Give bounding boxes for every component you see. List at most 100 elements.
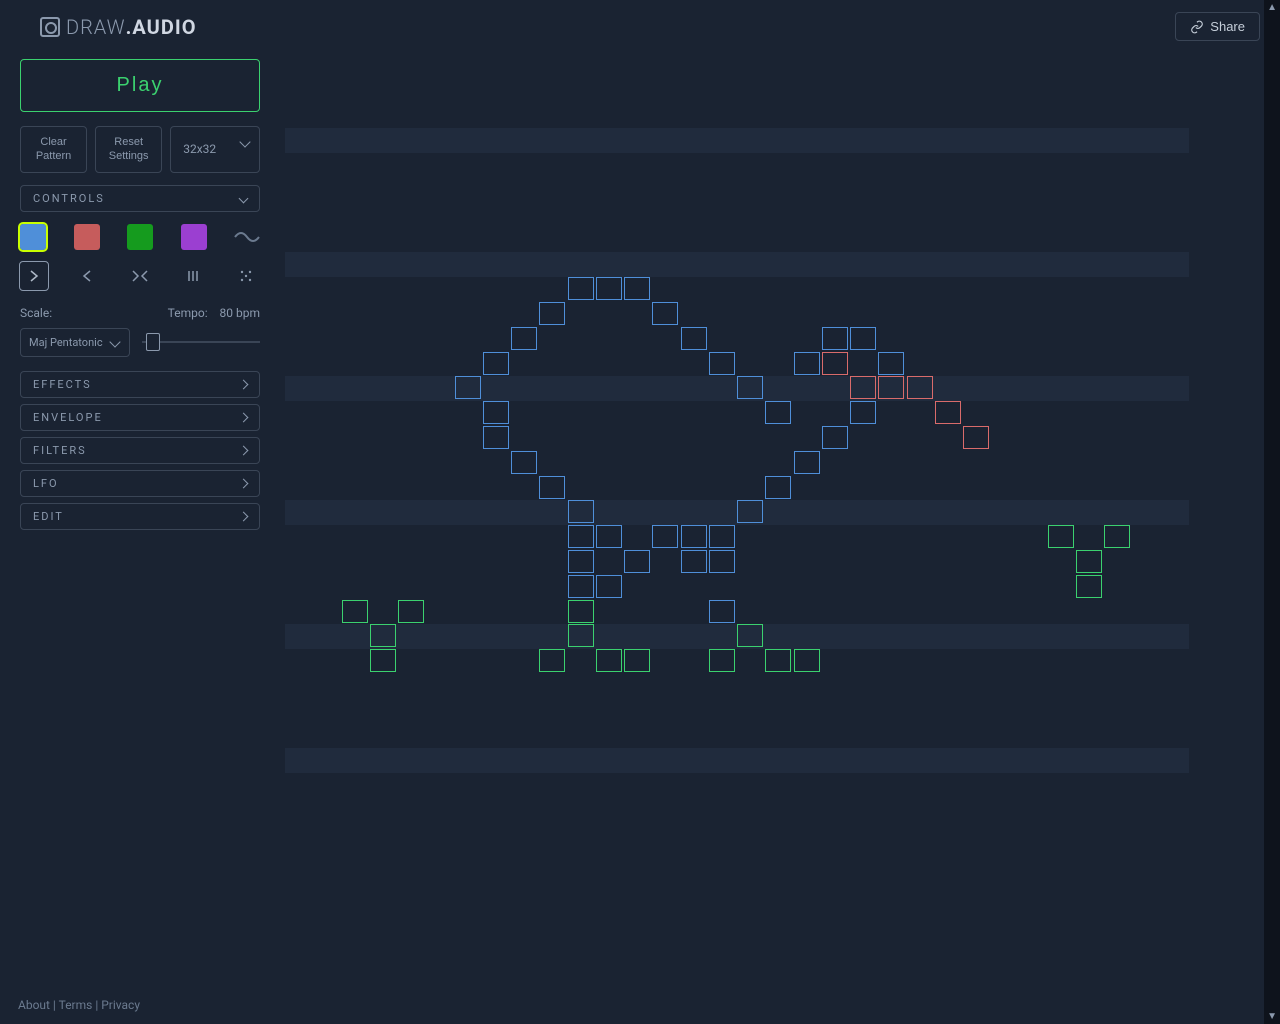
chevron-right-icon	[239, 511, 249, 521]
grid-cell[interactable]	[1048, 525, 1074, 548]
slider-thumb[interactable]	[146, 333, 160, 351]
grid-cell[interactable]	[878, 376, 904, 399]
grid-cell[interactable]	[483, 426, 509, 449]
grid-cell[interactable]	[709, 649, 735, 672]
grid-cell[interactable]	[568, 500, 594, 523]
grid-cell[interactable]	[624, 649, 650, 672]
section-lfo[interactable]: LFO	[20, 470, 260, 497]
logo-text-thin: DRAW	[66, 15, 126, 39]
grid-cell[interactable]	[963, 426, 989, 449]
grid-cell[interactable]	[822, 352, 848, 375]
chevron-right-icon	[239, 379, 249, 389]
grid-cell[interactable]	[794, 451, 820, 474]
footer: About | Terms | Privacy	[18, 998, 140, 1012]
section-edit[interactable]: EDIT	[20, 503, 260, 530]
grid-cell[interactable]	[681, 550, 707, 573]
grid-cell[interactable]	[822, 327, 848, 350]
pattern-grid[interactable]	[285, 54, 1189, 854]
grid-cell[interactable]	[596, 277, 622, 300]
grid-cell[interactable]	[596, 575, 622, 598]
grid-cell[interactable]	[709, 600, 735, 623]
grid-cell[interactable]	[907, 376, 933, 399]
grid-cell[interactable]	[568, 600, 594, 623]
section-controls[interactable]: CONTROLS	[20, 185, 260, 212]
grid-cell[interactable]	[1076, 550, 1102, 573]
grid-cell[interactable]	[850, 327, 876, 350]
grid-cell[interactable]	[794, 352, 820, 375]
grid-cell[interactable]	[624, 277, 650, 300]
grid-cell[interactable]	[765, 401, 791, 424]
scale-select[interactable]: Maj Pentatonic	[20, 328, 130, 357]
footer-privacy[interactable]: Privacy	[101, 998, 140, 1012]
grid-cell[interactable]	[483, 352, 509, 375]
grid-cell[interactable]	[539, 302, 565, 325]
grid-cell[interactable]	[511, 327, 537, 350]
direction-scatter[interactable]	[232, 262, 260, 290]
wave-icon[interactable]	[234, 224, 260, 250]
direction-right[interactable]	[20, 262, 48, 290]
grid-cell[interactable]	[794, 649, 820, 672]
scroll-down-icon[interactable]: ▼	[1267, 1011, 1277, 1022]
color-swatch-purple[interactable]	[181, 224, 207, 250]
grid-cell[interactable]	[652, 525, 678, 548]
grid-cell[interactable]	[596, 525, 622, 548]
grid-cell[interactable]	[568, 575, 594, 598]
grid-cell[interactable]	[370, 624, 396, 647]
grid-cell[interactable]	[398, 600, 424, 623]
chevron-right-icon	[239, 478, 249, 488]
color-swatch-blue[interactable]	[20, 224, 46, 250]
grid-cell[interactable]	[1076, 575, 1102, 598]
grid-cell[interactable]	[539, 649, 565, 672]
grid-cell[interactable]	[709, 352, 735, 375]
section-filters[interactable]: FILTERS	[20, 437, 260, 464]
grid-cell[interactable]	[370, 649, 396, 672]
grid-cell[interactable]	[596, 649, 622, 672]
grid-cell[interactable]	[737, 500, 763, 523]
grid-cell[interactable]	[737, 376, 763, 399]
grid-cell[interactable]	[681, 327, 707, 350]
section-effects[interactable]: EFFECTS	[20, 371, 260, 398]
grid-cell[interactable]	[511, 451, 537, 474]
grid-cell[interactable]	[850, 376, 876, 399]
grid-cell[interactable]	[1104, 525, 1130, 548]
grid-cell[interactable]	[568, 277, 594, 300]
grid-cell[interactable]	[709, 525, 735, 548]
tempo-slider[interactable]	[142, 341, 260, 343]
grid-cell[interactable]	[878, 352, 904, 375]
grid-cell[interactable]	[568, 525, 594, 548]
play-button[interactable]: Play	[20, 59, 260, 112]
grid-cell[interactable]	[483, 401, 509, 424]
reset-settings-button[interactable]: Reset Settings	[95, 126, 162, 173]
grid-cell[interactable]	[568, 624, 594, 647]
share-button[interactable]: Share	[1175, 12, 1260, 41]
direction-converge[interactable]	[126, 262, 154, 290]
chevron-down-icon	[109, 336, 120, 347]
grid-stripe	[285, 252, 1189, 277]
color-swatch-red[interactable]	[74, 224, 100, 250]
color-swatch-green[interactable]	[127, 224, 153, 250]
grid-cell[interactable]	[935, 401, 961, 424]
grid-cell[interactable]	[652, 302, 678, 325]
grid-cell[interactable]	[342, 600, 368, 623]
direction-tools	[20, 262, 260, 290]
footer-about[interactable]: About	[18, 998, 50, 1012]
grid-cell[interactable]	[709, 550, 735, 573]
grid-cell[interactable]	[681, 525, 707, 548]
grid-cell[interactable]	[539, 476, 565, 499]
grid-cell[interactable]	[624, 550, 650, 573]
footer-terms[interactable]: Terms	[59, 998, 93, 1012]
direction-left[interactable]	[73, 262, 101, 290]
clear-pattern-button[interactable]: Clear Pattern	[20, 126, 87, 173]
grid-cell[interactable]	[850, 401, 876, 424]
section-envelope[interactable]: ENVELOPE	[20, 404, 260, 431]
logo: DRAW.AUDIO	[40, 15, 196, 39]
grid-cell[interactable]	[455, 376, 481, 399]
grid-cell[interactable]	[822, 426, 848, 449]
grid-cell[interactable]	[568, 550, 594, 573]
scroll-up-icon[interactable]: ▲	[1267, 2, 1277, 13]
grid-cell[interactable]	[765, 649, 791, 672]
grid-cell[interactable]	[737, 624, 763, 647]
grid-size-select[interactable]: 32x32	[170, 126, 260, 173]
direction-bars[interactable]	[179, 262, 207, 290]
grid-cell[interactable]	[765, 476, 791, 499]
